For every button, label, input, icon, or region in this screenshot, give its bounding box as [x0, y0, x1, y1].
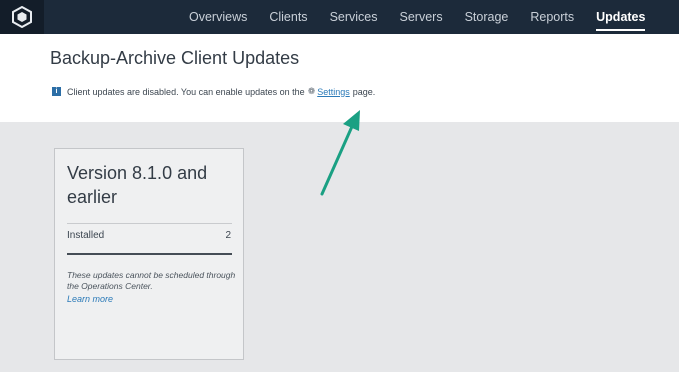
- annotation-arrow-icon: [320, 110, 360, 196]
